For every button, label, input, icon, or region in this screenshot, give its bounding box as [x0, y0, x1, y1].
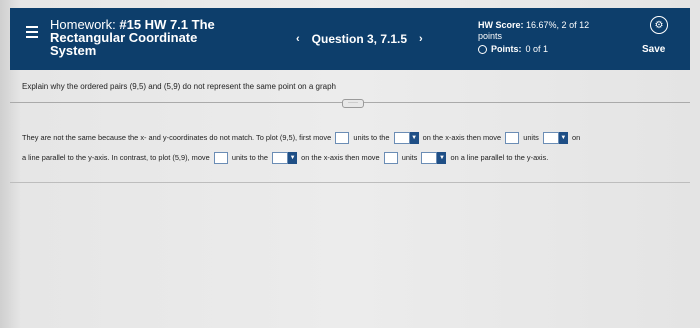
direction-dropdown-4[interactable]: ▼	[421, 152, 447, 165]
answer-text-9: units	[401, 153, 418, 162]
title-line3: System	[50, 43, 97, 58]
dropdown-caret-icon: ▼	[437, 152, 447, 165]
top-header: Homework: #15 HW 7.1 The Rectangular Coo…	[10, 8, 690, 70]
answer-text-8: on the x-axis then move	[301, 153, 380, 162]
question-label: Question 3, 7.1.5	[311, 32, 408, 46]
dropdown-caret-icon: ▼	[558, 132, 568, 145]
points-value: 0 of 1	[525, 44, 549, 54]
direction-dropdown-2[interactable]: ▼	[542, 132, 568, 145]
prev-question-icon[interactable]: ‹	[296, 33, 300, 45]
more-options-button[interactable]: ·····	[342, 99, 364, 108]
units-input-4[interactable]	[383, 152, 398, 165]
dropdown-caret-icon: ▼	[288, 152, 298, 165]
direction-dropdown-3[interactable]: ▼	[272, 152, 298, 165]
homework-title: Homework: #15 HW 7.1 The Rectangular Coo…	[50, 18, 250, 57]
points-radio-icon	[478, 45, 487, 54]
answer-text-6: a line parallel to the y-axis. In contra…	[22, 153, 210, 162]
question-instruction: Explain why the ordered pairs (9,5) and …	[22, 82, 336, 91]
score-panel: HW Score: 16.67%, 2 of 12 points Points:…	[478, 20, 618, 55]
answer-text-4: units	[523, 133, 539, 142]
question-nav: ‹ Question 3, 7.1.5 ›	[296, 32, 423, 46]
points-label: Points:	[491, 44, 522, 54]
score-value: 16.67%, 2 of 12	[526, 20, 590, 30]
answer-text-2: units to the	[353, 133, 390, 142]
dropdown-caret-icon: ▼	[409, 132, 419, 145]
score-unit: points	[478, 31, 503, 41]
answer-text-5: on	[571, 133, 581, 142]
gear-icon[interactable]: ⚙	[650, 16, 668, 34]
menu-icon[interactable]	[26, 26, 38, 38]
answer-text-7: units to the	[231, 153, 269, 162]
units-input-1[interactable]	[335, 132, 350, 145]
units-input-3[interactable]	[213, 152, 228, 165]
answer-text-10: on a line parallel to the y-axis.	[450, 153, 549, 162]
answer-area: They are not the same because the x- and…	[22, 128, 692, 168]
units-input-2[interactable]	[505, 132, 520, 145]
next-question-icon[interactable]: ›	[419, 33, 423, 45]
answer-text-3: on the x-axis then move	[422, 133, 502, 142]
bottom-divider	[10, 182, 690, 183]
direction-dropdown-1[interactable]: ▼	[393, 132, 419, 145]
answer-text-1: They are not the same because the x- and…	[22, 133, 332, 142]
score-label: HW Score:	[478, 20, 524, 30]
save-button[interactable]: Save	[642, 44, 665, 55]
